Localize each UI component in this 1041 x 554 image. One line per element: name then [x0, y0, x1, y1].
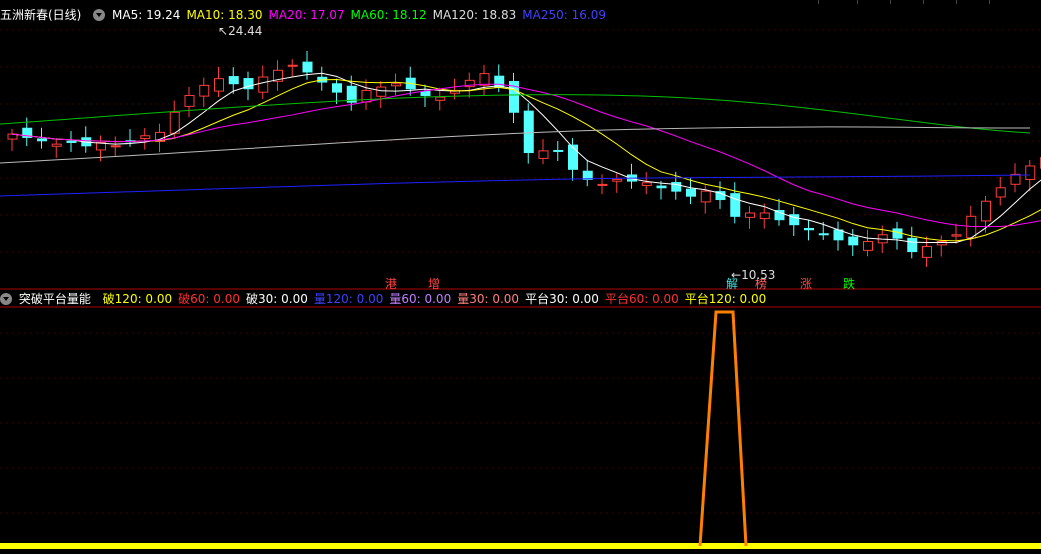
indicator-legend: 破120: 0.00 破60: 0.00 破30: 0.00 量120: 0.00 量6… — [103, 292, 773, 306]
ma5-line — [11, 72, 1041, 244]
event-marker[interactable]: 增 — [428, 277, 440, 291]
candle-body — [184, 94, 195, 107]
candle-body — [258, 76, 269, 93]
event-marker[interactable]: 港 — [385, 277, 397, 291]
indicator-label: 量30: 0.00 — [457, 292, 520, 306]
candle-body — [1010, 173, 1021, 185]
main-chart-header: 五洲新春(日线) MA5: 19.24 MA10: 18.30 MA20: 17.0… — [0, 6, 618, 24]
candle-body — [612, 178, 623, 182]
candle-body — [199, 84, 210, 97]
candle-body — [597, 183, 608, 186]
candle-body — [582, 170, 593, 180]
candle-body — [804, 227, 814, 231]
candle-body — [700, 190, 711, 203]
candle-body — [51, 143, 62, 147]
dropdown-icon[interactable] — [0, 293, 12, 305]
candle-body — [302, 61, 313, 73]
ma120-line — [0, 126, 1031, 164]
candle-body — [774, 209, 785, 221]
ma250-line — [0, 174, 1031, 197]
candle-body — [332, 83, 342, 93]
candle-body — [37, 138, 47, 142]
high-price-label: ↖24.44 — [218, 24, 263, 38]
indicator-header: 突破平台量能 破120: 0.00 破60: 0.00 破30: 0.00 量120:… — [0, 290, 778, 308]
candle-body — [936, 241, 947, 246]
candle-body — [140, 135, 151, 139]
candle-body — [951, 234, 962, 237]
candle-body — [1025, 165, 1036, 180]
candle-body — [214, 78, 224, 92]
indicator-label: 破30: 0.00 — [246, 292, 308, 306]
candle-body — [759, 212, 770, 220]
ma-label: MA5: 19.24 — [112, 8, 181, 22]
candle-body — [686, 188, 696, 197]
ma20-line — [11, 83, 1041, 228]
ma-label: MA10: 18.30 — [186, 8, 263, 22]
candle-body — [169, 111, 180, 134]
candle-body — [981, 200, 991, 222]
indicator-label: 破60: 0.00 — [178, 292, 241, 306]
candle-body — [730, 193, 741, 217]
indicator-label: 量60: 0.00 — [389, 292, 452, 306]
candle-body — [641, 182, 652, 186]
ma-label: MA120: 18.83 — [432, 8, 517, 22]
ma-label: MA250: 16.09 — [522, 8, 606, 22]
candle-body — [818, 233, 829, 236]
candle-body — [287, 64, 298, 67]
candle-body — [966, 215, 977, 239]
candle-body — [376, 86, 387, 97]
dropdown-icon[interactable] — [93, 9, 106, 21]
ma-label: MA20: 17.07 — [268, 8, 345, 22]
indicator-label: 平台60: 0.00 — [604, 292, 679, 306]
indicator-title: 突破平台量能 — [18, 292, 91, 306]
indicator-label: 量120: 0.00 — [313, 292, 384, 306]
candle-body — [745, 212, 755, 218]
candle-body — [995, 187, 1006, 198]
ma10-line — [11, 79, 1041, 242]
indicator-label: 平台30: 0.00 — [525, 292, 599, 306]
indicator-label: 破120: 0.00 — [102, 292, 173, 306]
kline-chart[interactable] — [0, 0, 1041, 554]
candle-body — [435, 96, 446, 101]
ma-label: MA60: 18.12 — [350, 8, 427, 22]
candle-body — [848, 236, 859, 246]
ma-legend: MA5: 19.24 MA10: 18.30 MA20: 17.07 MA60: 18… — [112, 8, 612, 22]
signal-spike — [698, 310, 748, 547]
indicator-label: 平台120: 0.00 — [684, 292, 767, 306]
candle-body — [110, 145, 121, 148]
candle-body — [863, 241, 873, 251]
candle-body — [656, 185, 667, 189]
candle-body — [538, 150, 549, 159]
low-price-label: ←10.53 — [731, 268, 776, 282]
candle-body — [568, 144, 578, 170]
candle-body — [391, 83, 401, 87]
high-price-value: 24.44 — [228, 24, 263, 38]
candle-body — [553, 149, 564, 152]
candle-body — [907, 237, 918, 253]
candle-body — [922, 246, 932, 258]
event-marker[interactable]: 涨 — [800, 277, 812, 291]
candle-body — [66, 140, 77, 143]
candle-body — [420, 90, 431, 96]
stock-title: 五洲新春(日线) — [0, 8, 82, 22]
candle-body — [523, 110, 534, 154]
candle-body — [479, 73, 490, 86]
low-price-value: 10.53 — [741, 268, 776, 282]
candle-body — [228, 76, 239, 85]
event-marker[interactable]: 跌 — [843, 277, 855, 291]
